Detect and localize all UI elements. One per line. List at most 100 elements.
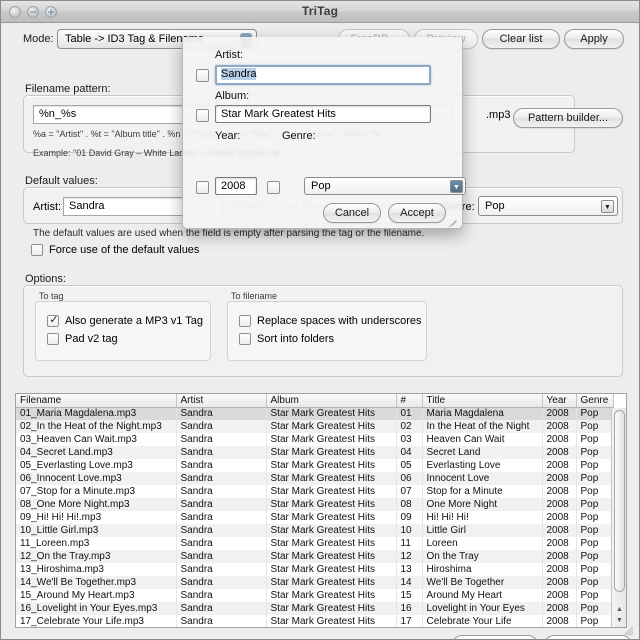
option-replace-spaces-row[interactable]: Replace spaces with underscores bbox=[239, 315, 421, 327]
table-row[interactable]: 04_Secret Land.mp3 Sandra Star Mark Greate… bbox=[16, 446, 614, 459]
pad-v2-checkbox[interactable] bbox=[47, 333, 59, 345]
table-cell: 2008 bbox=[542, 602, 577, 615]
table-cell: 14 bbox=[396, 576, 423, 589]
table-cell: Pop bbox=[576, 511, 614, 524]
table-cell: Star Mark Greatest Hits bbox=[266, 563, 397, 576]
table-row[interactable]: 17_Celebrate Your Life.mp3 Sandra Star Mar… bbox=[16, 615, 614, 627]
table-cell: 2008 bbox=[542, 472, 577, 485]
apply-button[interactable]: Apply bbox=[564, 29, 624, 49]
table-cell: 07_Stop for a Minute.mp3 bbox=[16, 485, 177, 498]
table-cell: Star Mark Greatest Hits bbox=[266, 550, 397, 563]
table-cell: Star Mark Greatest Hits bbox=[266, 472, 397, 485]
chevron-down-icon: ▼ bbox=[601, 200, 614, 213]
table-cell: 2008 bbox=[542, 537, 577, 550]
table-row[interactable]: 01_Maria Magdalena.mp3 Sandra Star Mark Gr… bbox=[16, 407, 614, 420]
sheet-genre-checkbox[interactable] bbox=[267, 181, 280, 194]
auto-track-button[interactable]: Auto track# bbox=[452, 635, 538, 639]
table-cell: 01_Maria Magdalena.mp3 bbox=[16, 407, 177, 420]
sheet-cancel-button[interactable]: Cancel bbox=[323, 203, 381, 223]
table-cell: Sandra bbox=[176, 563, 267, 576]
table-cell: Pop bbox=[576, 524, 614, 537]
table-cell: On the Tray bbox=[422, 550, 543, 563]
sheet-artist-checkbox[interactable] bbox=[196, 69, 209, 82]
table-cell: 10_Little Girl.mp3 bbox=[16, 524, 177, 537]
sheet-album-input[interactable]: Star Mark Greatest Hits bbox=[215, 105, 431, 123]
table-cell: Loreen bbox=[422, 537, 543, 550]
table-cell: 13 bbox=[396, 563, 423, 576]
to-tag-subgroup bbox=[35, 301, 211, 361]
table-cell: Sandra bbox=[176, 576, 267, 589]
replace-spaces-checkbox[interactable] bbox=[239, 315, 251, 327]
option-pad-v2-row[interactable]: Pad v2 tag bbox=[47, 333, 118, 345]
sort-into-folders-checkbox[interactable] bbox=[239, 333, 251, 345]
scrollbar-thumb[interactable] bbox=[614, 410, 625, 592]
clear-list-button[interactable]: Clear list bbox=[482, 29, 560, 49]
scroll-up-arrow-icon[interactable]: ▲ bbox=[615, 605, 624, 614]
table-row[interactable]: 02_In the Heat of the Night.mp3 Sandra Sta… bbox=[16, 420, 614, 433]
sheet-accept-button[interactable]: Accept bbox=[388, 203, 446, 223]
default-artist-label: Artist: bbox=[33, 201, 62, 213]
edit-selected-button[interactable]: Edit selected... bbox=[544, 635, 632, 639]
also-generate-v1-checkbox[interactable] bbox=[47, 313, 60, 327]
sheet-artist-label: Artist: bbox=[215, 49, 244, 61]
table-cell: 06_Innocent Love.mp3 bbox=[16, 472, 177, 485]
resize-grip-icon[interactable] bbox=[623, 624, 637, 638]
option-sort-folders-row[interactable]: Sort into folders bbox=[239, 333, 334, 345]
table-cell: Sandra bbox=[176, 511, 267, 524]
table-row[interactable]: 07_Stop for a Minute.mp3 Sandra Star Mark … bbox=[16, 485, 614, 498]
sheet-year-checkbox[interactable] bbox=[196, 181, 209, 194]
table-cell: Sandra bbox=[176, 459, 267, 472]
table-row[interactable]: 14_We'll Be Together.mp3 Sandra Star Mark … bbox=[16, 576, 614, 589]
table-cell: Sandra bbox=[176, 420, 267, 433]
table-cell: Pop bbox=[576, 485, 614, 498]
table-cell: Star Mark Greatest Hits bbox=[266, 589, 397, 602]
table-row[interactable]: 05_Everlasting Love.mp3 Sandra Star Mark G… bbox=[16, 459, 614, 472]
default-genre-select[interactable]: Pop ▼ bbox=[478, 196, 618, 216]
sheet-genre-value: Pop bbox=[311, 180, 331, 192]
table-cell: We'll Be Together bbox=[422, 576, 543, 589]
sheet-year-label: Year: bbox=[215, 130, 241, 142]
table-cell: Pop bbox=[576, 602, 614, 615]
table-row[interactable]: 06_Innocent Love.mp3 Sandra Star Mark Grea… bbox=[16, 472, 614, 485]
table-scrollbar[interactable]: ▲ ▼ bbox=[611, 408, 626, 627]
force-defaults-row[interactable]: Force use of the default values bbox=[31, 244, 199, 256]
sheet-album-checkbox[interactable] bbox=[196, 109, 209, 122]
table-row[interactable]: 08_One More Night.mp3 Sandra Star Mark Gre… bbox=[16, 498, 614, 511]
sheet-artist-input[interactable]: Sandra bbox=[215, 65, 431, 85]
sheet-year-input[interactable]: 2008 bbox=[215, 177, 257, 195]
table-cell: 10 bbox=[396, 524, 423, 537]
table-row[interactable]: 16_Lovelight in Your Eyes.mp3 Sandra Star … bbox=[16, 602, 614, 615]
table-column-header[interactable]: Genre bbox=[576, 394, 614, 408]
table-cell: Hi! Hi! Hi! bbox=[422, 511, 543, 524]
table-cell: Sandra bbox=[176, 446, 267, 459]
force-defaults-checkbox[interactable] bbox=[31, 244, 43, 256]
table-column-header[interactable]: Title bbox=[422, 394, 543, 408]
table-row[interactable]: 15_Around My Heart.mp3 Sandra Star Mark Gr… bbox=[16, 589, 614, 602]
chevron-down-icon: ▼ bbox=[450, 180, 463, 193]
table-row[interactable]: 11_Loreen.mp3 Sandra Star Mark Greatest Hi… bbox=[16, 537, 614, 550]
table-cell: 2008 bbox=[542, 589, 577, 602]
sheet-resize-grip-icon[interactable] bbox=[447, 214, 459, 228]
table-cell: Innocent Love bbox=[422, 472, 543, 485]
table-row[interactable]: 13_Hiroshima.mp3 Sandra Star Mark Greatest… bbox=[16, 563, 614, 576]
table-cell: 11_Loreen.mp3 bbox=[16, 537, 177, 550]
option-also-generate-v1-row[interactable]: Also generate a MP3 v1 Tag bbox=[47, 313, 203, 327]
title-bar[interactable]: TriTag bbox=[1, 1, 639, 23]
table-cell: 08 bbox=[396, 498, 423, 511]
table-column-header[interactable]: Year bbox=[542, 394, 577, 408]
table-row[interactable]: 10_Little Girl.mp3 Sandra Star Mark Greate… bbox=[16, 524, 614, 537]
table-row[interactable]: 09_Hi! Hi! Hi!.mp3 Sandra Star Mark Greate… bbox=[16, 511, 614, 524]
table-column-header[interactable]: Artist bbox=[176, 394, 267, 408]
table-cell: 2008 bbox=[542, 485, 577, 498]
table-column-header[interactable]: # bbox=[396, 394, 423, 408]
table-cell: 2008 bbox=[542, 576, 577, 589]
table-cell: Pop bbox=[576, 433, 614, 446]
table-row[interactable]: 03_Heaven Can Wait.mp3 Sandra Star Mark Gr… bbox=[16, 433, 614, 446]
sheet-genre-select[interactable]: Pop ▼ bbox=[304, 177, 466, 195]
table-column-header[interactable]: Filename bbox=[16, 394, 177, 408]
table-row[interactable]: 12_On the Tray.mp3 Sandra Star Mark Greate… bbox=[16, 550, 614, 563]
table-column-header[interactable]: Album bbox=[266, 394, 397, 408]
table-cell: 17_Celebrate Your Life.mp3 bbox=[16, 615, 177, 627]
pattern-builder-button[interactable]: Pattern builder... bbox=[513, 108, 623, 128]
file-table[interactable]: Filename Artist Album # Title Year Genre 01_Ma… bbox=[15, 393, 627, 628]
